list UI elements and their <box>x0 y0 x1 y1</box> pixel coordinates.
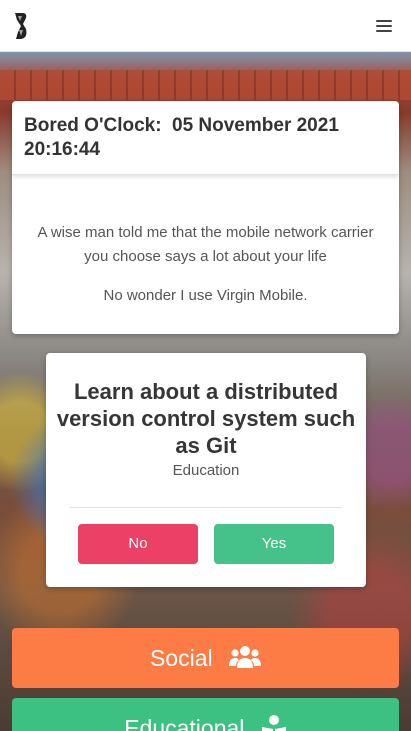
educational-category-button[interactable]: Educational <box>12 698 399 731</box>
bored-oclock-label: Bored O'Clock: <box>24 115 162 136</box>
time-card: Bored O'Clock: 05 November 2021 20:16:44… <box>12 101 399 334</box>
joke-setup: A wise man told me that the mobile netwo… <box>37 224 374 265</box>
divider <box>70 507 342 508</box>
social-category-button[interactable]: Social <box>12 628 399 688</box>
hamburger-menu-icon[interactable] <box>374 17 394 35</box>
activity-card: Learn about a distributed version contro… <box>46 353 366 587</box>
social-label: Social <box>149 645 213 671</box>
navbar <box>0 0 411 52</box>
no-button[interactable]: No <box>78 524 198 564</box>
yes-button[interactable]: Yes <box>214 524 334 564</box>
users-icon <box>229 645 262 668</box>
reading-person-icon <box>261 714 286 731</box>
bored-logo-icon[interactable] <box>13 12 29 40</box>
time-card-header: Bored O'Clock: 05 November 2021 20:16:44 <box>12 101 399 175</box>
joke-block: A wise man told me that the mobile netwo… <box>34 221 377 308</box>
activity-category: Education <box>172 462 240 479</box>
educational-label: Educational <box>124 715 245 731</box>
activity-title: Learn about a distributed version contro… <box>56 379 356 458</box>
joke-punchline: No wonder I use Virgin Mobile. <box>103 287 308 304</box>
